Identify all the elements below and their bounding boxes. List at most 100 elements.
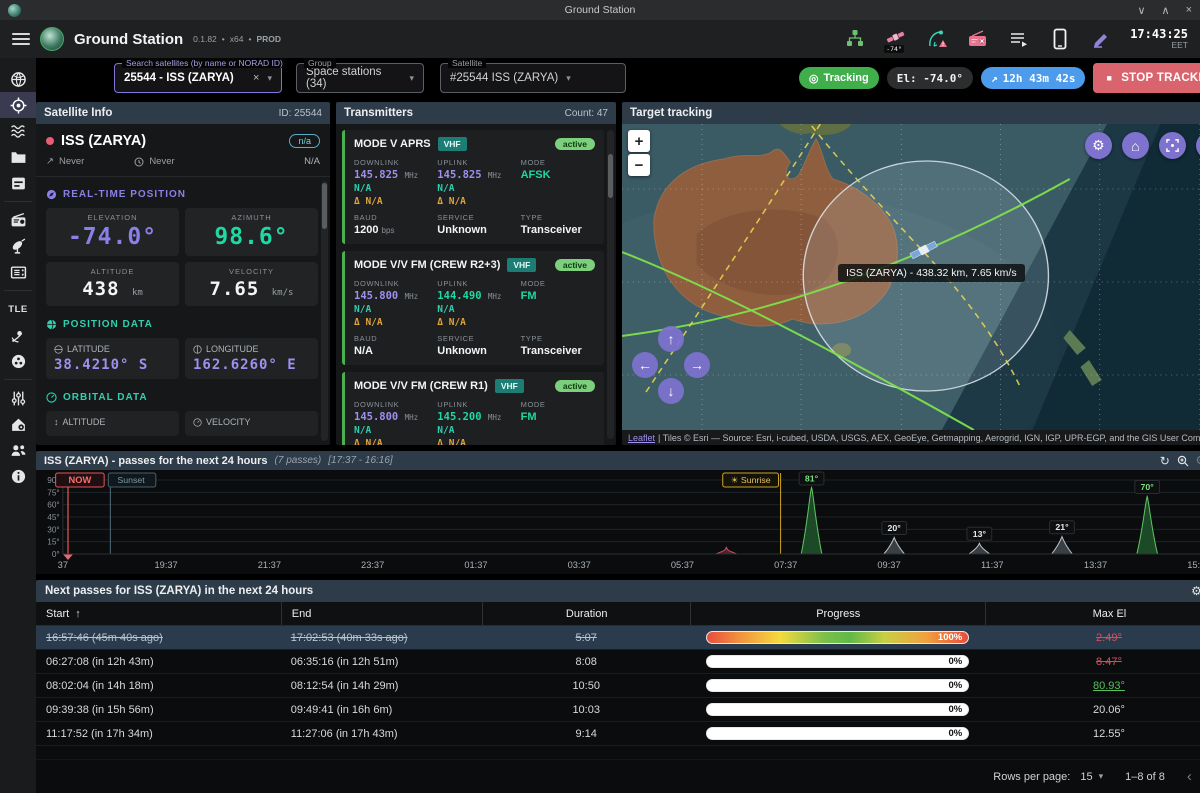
map-canvas[interactable]: + − ⚙ ⌂ ↑ ← → ↓ ISS (ZARY [622, 124, 1200, 430]
chart-range: [17:37 - 16:16] [328, 455, 393, 466]
chart-zoom-in-icon[interactable] [1177, 455, 1189, 467]
maximize-icon[interactable]: ∧ [1162, 4, 1170, 17]
sidebar-item-transmitters[interactable] [0, 259, 36, 285]
scrollbar[interactable] [321, 181, 328, 441]
log-list-icon[interactable] [1007, 26, 1031, 52]
table-settings-icon[interactable]: ⚙ [1191, 584, 1200, 598]
svg-text:60°: 60° [47, 501, 59, 510]
pan-down-button[interactable]: ↓ [658, 378, 684, 404]
leaflet-link[interactable]: Leaflet [628, 433, 655, 443]
map-zoom-in-button[interactable]: + [628, 130, 650, 152]
sidebar-item-passes[interactable] [0, 118, 36, 144]
antenna-alert-icon[interactable]: ! [925, 26, 949, 52]
chart-zoom-out-icon[interactable] [1196, 455, 1200, 467]
sidebar-item-radio[interactable] [0, 207, 36, 233]
table-row[interactable]: 09:39:38 (in 15h 56m) 09:49:41 (in 16h 6… [36, 698, 1200, 722]
stop-tracking-button[interactable]: ■ STOP TRACKING [1093, 63, 1200, 93]
sidebar-item-rotator[interactable] [0, 233, 36, 259]
clear-icon[interactable]: × [253, 72, 259, 84]
rotator-status-icon[interactable] [843, 26, 867, 52]
chart-pass-count: (7 passes) [275, 455, 322, 466]
sidebar-item-station[interactable] [0, 411, 36, 437]
svg-text:☀ Sunrise: ☀ Sunrise [731, 475, 771, 485]
radio-offline-icon[interactable] [966, 26, 990, 52]
prev-page-button[interactable]: ‹ [1187, 768, 1192, 785]
sidebar-item-settings-sliders[interactable] [0, 385, 36, 411]
table-row[interactable]: 11:17:52 (in 17h 34m) 11:27:06 (in 17h 4… [36, 722, 1200, 746]
chart-title: ISS (ZARYA) - passes for the next 24 hou… [44, 455, 268, 467]
orbital-altitude-box: ↕ALTITUDE [46, 411, 179, 436]
group-label: Group [304, 58, 336, 68]
table-row[interactable]: 06:27:08 (in 12h 43m) 06:35:16 (in 12h 5… [36, 650, 1200, 674]
chart-refresh-icon[interactable]: ↻ [1160, 454, 1170, 468]
chevron-down-icon: ▾ [1099, 771, 1104, 782]
satellite-id: ID: 25544 [279, 108, 322, 119]
search-input[interactable]: Search satellites (by name or NORAD ID) … [114, 63, 282, 93]
sidebar-item-about[interactable] [0, 463, 36, 489]
svg-text:07:37: 07:37 [774, 560, 797, 570]
transmitter-card[interactable]: MODE V/V FM (CREW R2+3) VHF active DOWNL… [342, 251, 604, 365]
chevron-down-icon[interactable]: ▾ [566, 73, 571, 84]
menu-icon[interactable] [12, 29, 30, 49]
map-settings-button[interactable]: ⚙ [1085, 132, 1112, 159]
tracked-satellite-icon[interactable]: -74° [884, 26, 908, 52]
globe-icon [46, 319, 57, 330]
window-titlebar: Ground Station ∨ ∧ × [0, 0, 1200, 20]
sidebar-item-tle[interactable]: TLE [0, 296, 36, 322]
mobile-app-icon[interactable] [1048, 26, 1072, 52]
svg-text:!: ! [942, 42, 944, 48]
gauge-icon [46, 392, 57, 403]
map-attribution: Leaflet | Tiles © Esri — Source: Esri, i… [622, 430, 1200, 445]
sidebar-item-operators[interactable] [0, 437, 36, 463]
elevation-stat: ELEVATION -74.0° [46, 208, 179, 256]
status-badge: active [555, 138, 595, 150]
minimize-icon[interactable]: ∨ [1137, 4, 1145, 17]
map-fullscreen-button[interactable] [1196, 132, 1200, 159]
pan-left-button[interactable]: ← [632, 352, 658, 378]
satellite-info-panel: Satellite Info ID: 25544 ISS (ZARYA) n/a… [36, 102, 330, 445]
trend-icon: ↗ [991, 72, 998, 85]
svg-text:70°: 70° [1141, 482, 1155, 492]
svg-text:21:37: 21:37 [258, 560, 281, 570]
edit-pencil-icon[interactable] [1089, 26, 1113, 52]
pan-right-button[interactable]: → [684, 352, 710, 378]
transmitter-card[interactable]: MODE V/V FM (CREW R1) VHF active DOWNLIN… [342, 372, 604, 445]
svg-text:45°: 45° [47, 513, 59, 522]
svg-text:13:37: 13:37 [1084, 560, 1107, 570]
svg-text:15°: 15° [47, 538, 59, 547]
table-row[interactable]: 16:57:46 (45m 40s ago) 17:02:53 (40m 33s… [36, 626, 1200, 650]
column-start[interactable]: Start↑ [36, 602, 281, 625]
sidebar-item-orbit[interactable] [0, 322, 36, 348]
column-progress[interactable]: Progress [690, 602, 985, 625]
map-home-button[interactable]: ⌂ [1122, 132, 1149, 159]
passes-chart[interactable]: 0°15°30°45°60°75°90°3719:3721:3723:3701:… [36, 470, 1200, 574]
chevron-down-icon[interactable]: ▾ [267, 73, 272, 84]
map-zoom-out-button[interactable]: − [628, 154, 650, 176]
progress-bar: 0% [706, 655, 969, 668]
transmitters-scroll[interactable]: MODE V APRS VHF active DOWNLINKUPLINKMOD… [336, 124, 616, 445]
satellite-info-scroll[interactable]: REAL-TIME POSITION ELEVATION -74.0° AZIM… [36, 177, 330, 445]
group-value: Space stations (34) [306, 66, 401, 90]
status-badge: active [555, 259, 595, 271]
pan-up-button[interactable]: ↑ [658, 326, 684, 352]
sidebar-item-files[interactable] [0, 144, 36, 170]
table-row[interactable]: 08:02:04 (in 14h 18m) 08:12:54 (in 14h 2… [36, 674, 1200, 698]
transmitter-card[interactable]: MODE V APRS VHF active DOWNLINKUPLINKMOD… [342, 130, 604, 244]
search-value: 25544 - ISS (ZARYA) [124, 72, 234, 84]
map-center-target-button[interactable] [1159, 132, 1186, 159]
sidebar-item-globe[interactable] [0, 66, 36, 92]
app-meta: 0.1.82• x64• PROD [193, 34, 281, 44]
column-end[interactable]: End [281, 602, 482, 625]
sidebar-item-schedule[interactable] [0, 170, 36, 196]
scrollbar[interactable] [607, 130, 614, 439]
group-select[interactable]: Group Space stations (34) ▾ [296, 63, 424, 93]
close-icon[interactable]: × [1186, 4, 1192, 17]
sidebar-item-tracking[interactable] [0, 92, 36, 118]
chevron-down-icon[interactable]: ▾ [409, 73, 414, 84]
satellite-select[interactable]: Satellite #25544 ISS (ZARYA) ▾ [440, 63, 626, 93]
column-maxel[interactable]: Max El [985, 602, 1200, 625]
sidebar-item-recordings[interactable] [0, 348, 36, 374]
column-duration[interactable]: Duration [482, 602, 690, 625]
launch-icon: ↗ [46, 156, 54, 167]
rows-per-page[interactable]: Rows per page: 15 ▾ [993, 771, 1103, 783]
